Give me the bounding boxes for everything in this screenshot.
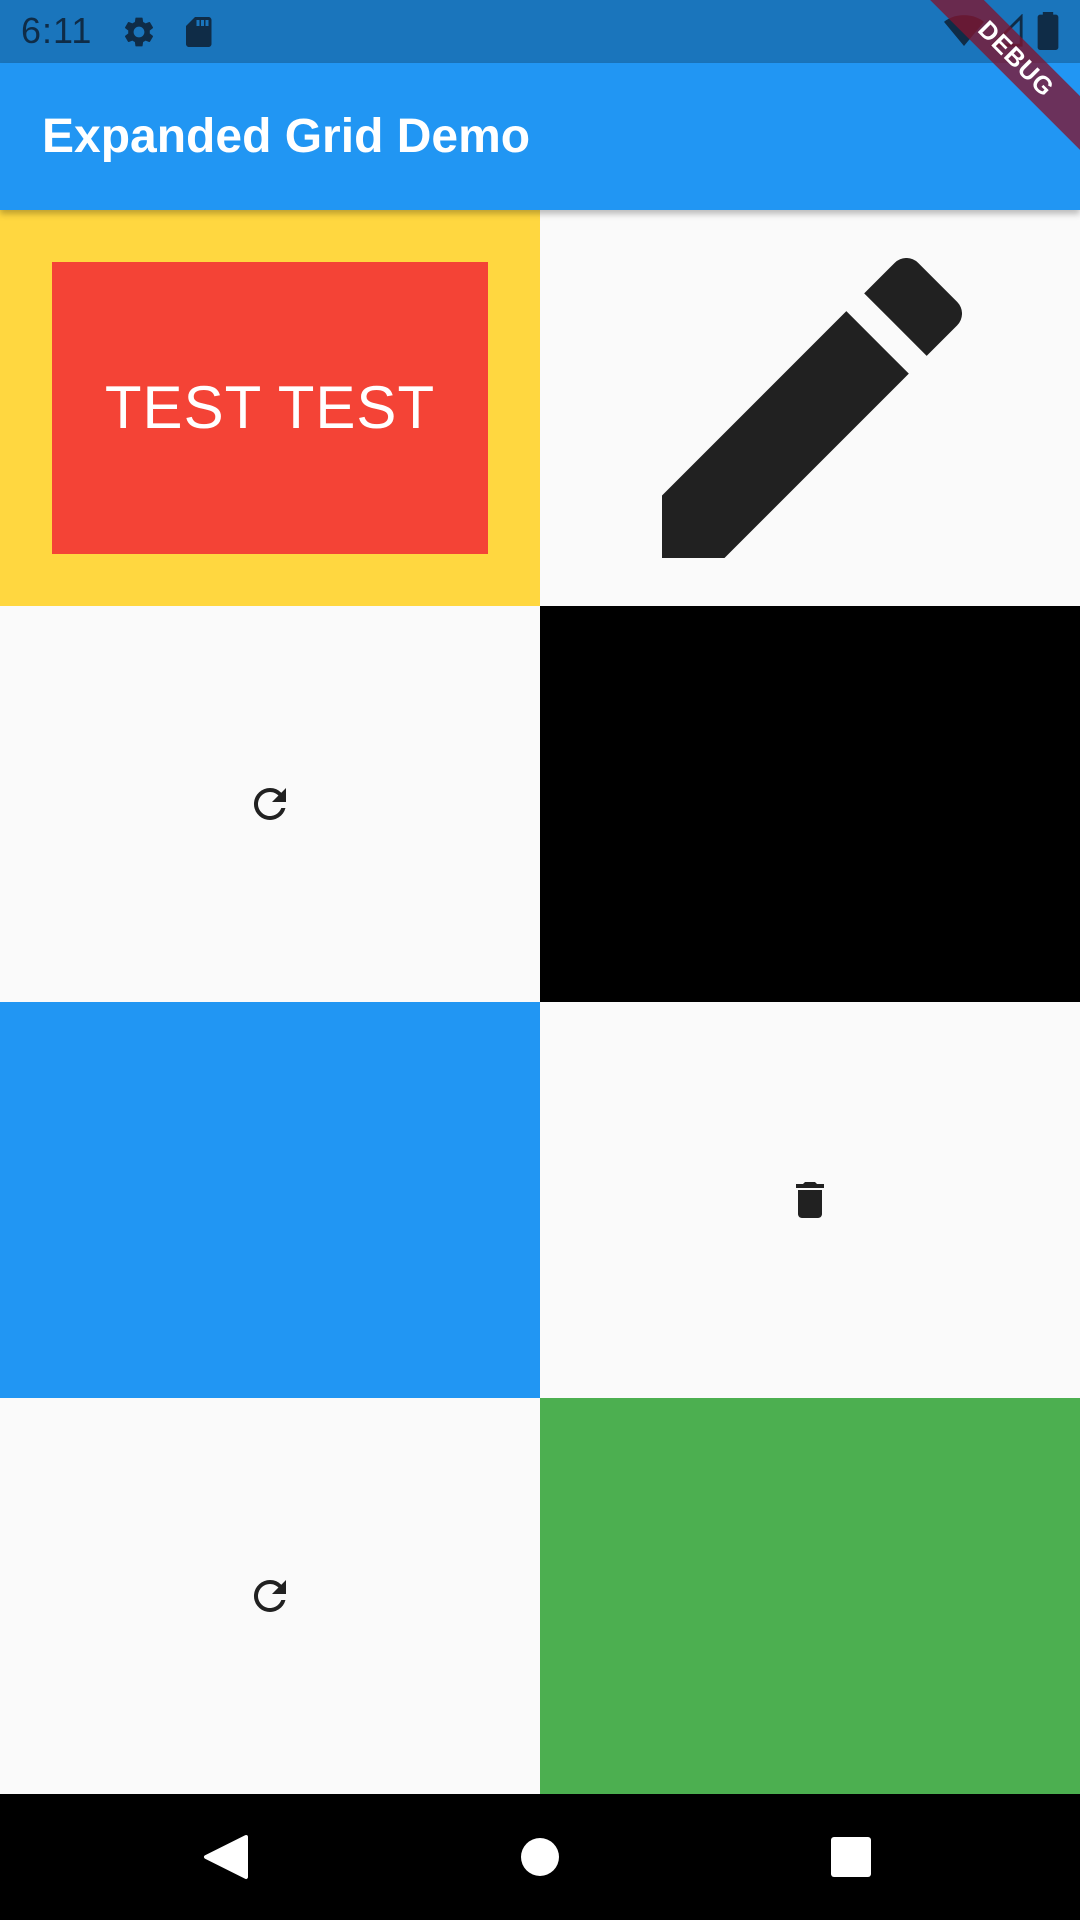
refresh-cell-1[interactable] xyxy=(0,606,540,1002)
cell-signal-icon xyxy=(990,14,1023,47)
wifi-icon xyxy=(944,15,984,46)
delete-icon xyxy=(796,1182,824,1218)
home-icon[interactable] xyxy=(504,1821,576,1893)
battery-icon xyxy=(1037,12,1059,50)
status-bar: 6:11 xyxy=(0,0,1080,63)
navigation-bar xyxy=(0,1794,1080,1920)
red-box-text: TEST TEST xyxy=(104,374,436,441)
black-cell xyxy=(540,606,1080,1002)
blue-cell xyxy=(0,1002,540,1398)
edit-pencil-icon xyxy=(662,258,962,558)
expanded-grid: TEST TEST xyxy=(0,210,1080,1794)
refresh-cell-2[interactable] xyxy=(0,1398,540,1794)
refresh-icon xyxy=(253,1580,286,1612)
green-cell xyxy=(540,1398,1080,1794)
gear-icon xyxy=(124,17,154,47)
app-title: Expanded Grid Demo xyxy=(42,110,531,163)
delete-cell[interactable] xyxy=(540,1002,1080,1398)
refresh-icon xyxy=(253,787,286,820)
yellow-cell: TEST TEST xyxy=(0,210,540,606)
app-screen: 6:11 DEBUG Expanded Grid Demo TEST TEST xyxy=(0,0,1080,1920)
sd-card-icon xyxy=(186,17,212,47)
edit-cell[interactable] xyxy=(540,210,1080,606)
back-icon[interactable] xyxy=(190,1821,262,1893)
status-time: 6:11 xyxy=(21,10,93,51)
recents-icon[interactable] xyxy=(815,1821,887,1893)
app-bar: Expanded Grid Demo xyxy=(0,63,1080,210)
red-box: TEST TEST xyxy=(52,262,488,554)
